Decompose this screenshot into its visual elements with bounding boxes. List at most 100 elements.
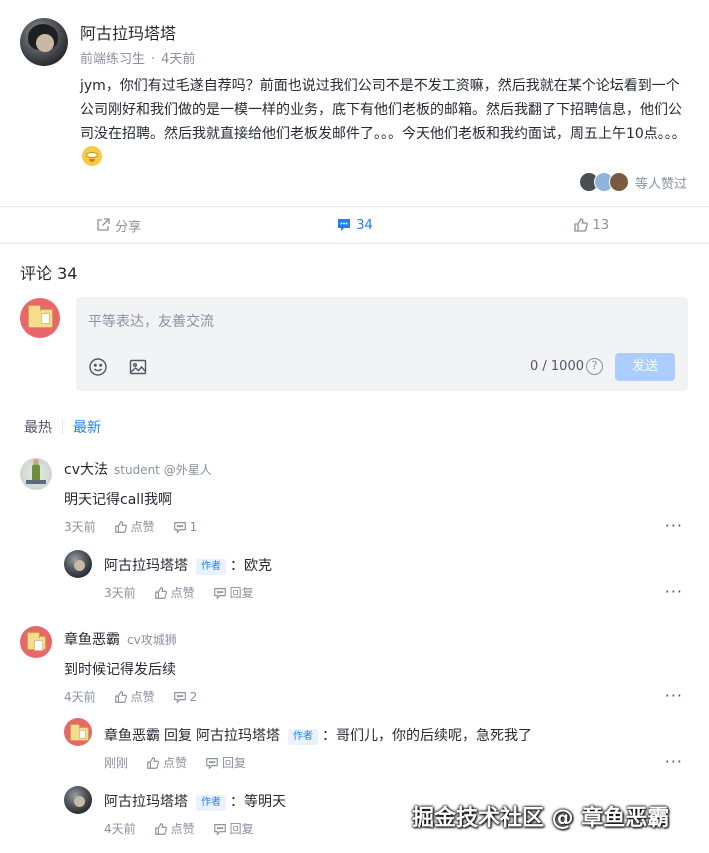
reply-target-name[interactable]: 阿古拉玛塔塔 [196,728,280,744]
commenter-name[interactable]: 阿古拉玛塔塔 [104,794,188,810]
comment-reply-button[interactable]: 2 [173,689,198,704]
comment-icon [173,521,186,534]
comment-count: 34 [356,217,373,233]
reply-label: 回复 [229,586,254,600]
post-text: jym，你们有过毛遂自荐吗？前面也说过我们公司不是不发工资嘛，然后我就在某个论坛… [80,78,686,142]
comment-text: ：哥们儿，你的后续呢，急死我了 [322,728,532,744]
thumbs-up-icon [114,520,127,533]
my-avatar[interactable] [20,298,60,338]
reply-line: 章鱼恶霸 回复 阿古拉玛塔塔 作者 ：哥们儿，你的后续呢，急死我了 [104,725,532,745]
reply-count: 2 [189,689,198,704]
more-icon[interactable]: ··· [665,582,683,601]
comment-input-placeholder[interactable]: 平等表达，友善交流 [88,311,214,331]
comment-icon [213,587,226,600]
comment-icon [338,219,351,231]
avatar[interactable] [64,550,92,578]
comment-editor[interactable]: 平等表达，友善交流 0 / 1000 ? 发送 [76,297,688,391]
author-name[interactable]: 阿古拉玛塔塔 [80,20,176,44]
avatar[interactable] [20,458,52,490]
comment-button[interactable]: 34 [236,207,472,243]
post-content: jym，你们有过毛遂自荐吗？前面也说过我们公司不是不发工资嘛，然后我就在某个论坛… [80,74,692,170]
likers[interactable]: 等人赞过 [578,172,687,192]
comment-like-button[interactable]: 点赞 [114,688,155,705]
thumbs-up-icon [154,822,167,835]
comment-like-button[interactable]: 点赞 [154,820,195,837]
author-badge: 作者 [196,795,226,811]
share-icon [97,218,110,231]
comment-icon [173,691,186,704]
share-button[interactable]: 分享 [0,207,236,243]
help-icon[interactable]: ? [586,358,603,375]
comments-title: 评论 34 [20,264,78,283]
more-icon[interactable]: ··· [665,686,683,705]
comment-reply-button[interactable]: 回复 [205,754,246,771]
comment-like-button[interactable]: 点赞 [146,754,187,771]
avatar[interactable] [64,718,92,746]
comment-like-button[interactable]: 点赞 [114,518,155,535]
emoji-icon [82,146,102,166]
post-time: 4天前 [161,52,196,67]
comment-text: ：等明天 [230,794,286,810]
comment-like-button[interactable]: 点赞 [154,584,195,601]
like-label: 点赞 [170,822,195,836]
like-label: 点赞 [163,756,188,770]
watermark: 掘金技术社区 @ 章鱼恶霸 [412,806,670,831]
commenter-name[interactable]: 章鱼恶霸 [64,629,120,649]
like-label: 点赞 [170,586,195,600]
author-meta: 前端练习生 · 4天前 [80,48,195,67]
reply-label: 回复 [229,822,254,836]
comment-meta: 刚刚 点赞 回复 [104,754,246,771]
reply-label: 回复 [222,756,247,770]
commenter-name[interactable]: cv大法 [64,459,108,479]
thumbs-up-icon [573,218,588,232]
emoji-picker-icon[interactable] [88,357,108,377]
likers-text: 等人赞过 [634,176,687,192]
thumbs-up-icon [154,586,167,599]
liker-avatar[interactable] [608,172,629,192]
sort-tabs: 最热 最新 [24,417,101,437]
comment-meta: 3天前 点赞 回复 [104,584,254,601]
action-bar: 分享 34 13 [0,206,709,244]
author-badge: 作者 [288,729,318,745]
commenter-title: student @外星人 [114,463,212,477]
meta-dot: · [151,52,156,67]
comment-time: 4天前 [104,822,136,836]
more-icon[interactable]: ··· [665,752,683,771]
char-counter: 0 / 1000 [530,359,584,374]
tab-hot[interactable]: 最热 [24,417,52,437]
reply-word: 回复 [164,728,192,744]
reply-line: 阿古拉玛塔塔 作者 ：等明天 [104,791,286,811]
reply-count: 1 [189,519,198,534]
like-label: 点赞 [130,520,155,534]
avatar[interactable] [20,626,52,658]
comment-reply-button[interactable]: 1 [173,519,198,534]
reply-line: 阿古拉玛塔塔 作者 ：欧克 [104,555,272,575]
more-icon[interactable]: ··· [665,516,683,535]
commenter-name[interactable]: 章鱼恶霸 [104,728,160,744]
thumbs-up-icon [114,690,127,703]
avatar[interactable] [64,786,92,814]
tab-new[interactable]: 最新 [73,417,101,437]
like-button[interactable]: 13 [473,207,709,243]
tab-divider [62,420,63,434]
like-count: 13 [592,217,610,233]
comment-time: 3天前 [104,586,136,600]
commenter-name[interactable]: 阿古拉玛塔塔 [104,558,188,574]
thumbs-up-icon [147,756,159,769]
comment-text: 到时候记得发后续 [64,662,176,678]
comment-meta: 4天前 点赞 回复 [104,820,254,837]
author-avatar[interactable] [20,18,68,66]
comment-reply-button[interactable]: 回复 [213,584,254,601]
like-label: 点赞 [130,690,155,704]
comment-time: 刚刚 [104,756,129,770]
commenter-title: cv攻城狮 [127,633,177,647]
comment-meta: 4天前 点赞 2 [64,688,197,705]
image-upload-icon[interactable] [128,357,148,377]
author-badge: 作者 [196,559,226,575]
comment-time: 4天前 [64,690,96,704]
author-title: 前端练习生 [80,52,146,67]
send-button[interactable]: 发送 [615,353,675,381]
comment-reply-button[interactable]: 回复 [213,820,254,837]
comment-icon [213,823,226,836]
comment-text: ：欧克 [230,558,272,574]
